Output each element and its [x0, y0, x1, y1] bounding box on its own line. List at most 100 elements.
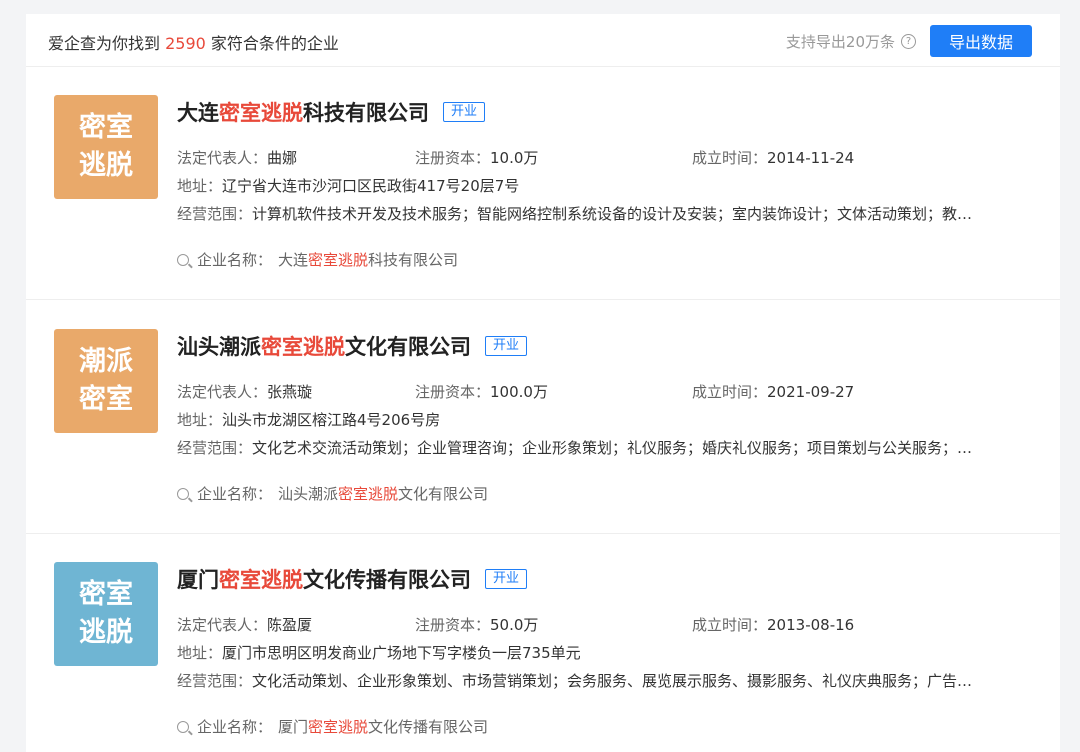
address-value: 辽宁省大连市沙河口区民政街417号20层7号 — [222, 177, 519, 195]
founded-label: 成立时间： — [692, 383, 767, 401]
address-label: 地址： — [177, 177, 222, 195]
capital-label: 注册资本： — [415, 149, 490, 167]
scope-value: 文化艺术交流活动策划；企业管理咨询；企业形象策划；礼仪服务；婚庆礼仪服务；项目策… — [252, 439, 972, 457]
matched-company-name: 企业名称： 汕头潮派密室逃脱文化有限公司 — [177, 483, 488, 504]
export-data-button[interactable]: 导出数据 — [930, 25, 1032, 57]
business-scope: 经营范围：计算机软件技术开发及技术服务；智能网络控制系统设备的设计及安装；室内装… — [177, 203, 1037, 224]
matched-name-value: 大连密室逃脱科技有限公司 — [278, 249, 458, 270]
capital-value: 100.0万 — [490, 383, 548, 401]
scope-label: 经营范围： — [177, 672, 252, 690]
summary-suffix: 家符合条件的企业 — [211, 34, 339, 53]
matched-company-name: 企业名称： 厦门密室逃脱文化传播有限公司 — [177, 716, 488, 737]
logo-line-2: 逃脱 — [79, 614, 133, 652]
company-card: 潮派 密室 汕头潮派密室逃脱文化有限公司 开业 法定代表人：张燕璇 注册资本：1… — [26, 301, 1060, 534]
founded-date: 成立时间：2013-08-16 — [692, 614, 854, 635]
help-icon[interactable]: ? — [901, 34, 916, 49]
company-name-link[interactable]: 汕头潮派密室逃脱文化有限公司 开业 — [177, 331, 527, 361]
company-name-post: 文化有限公司 — [345, 331, 471, 361]
status-badge: 开业 — [485, 569, 527, 589]
address: 地址：辽宁省大连市沙河口区民政街417号20层7号 — [177, 175, 519, 196]
matched-company-name: 企业名称： 大连密室逃脱科技有限公司 — [177, 249, 458, 270]
company-card: 密室 逃脱 厦门密室逃脱文化传播有限公司 开业 法定代表人：陈盈厦 注册资本：5… — [26, 534, 1060, 752]
company-logo[interactable]: 密室 逃脱 — [54, 95, 158, 199]
legal-rep-label: 法定代表人： — [177, 149, 267, 167]
business-scope: 经营范围：文化艺术交流活动策划；企业管理咨询；企业形象策划；礼仪服务；婚庆礼仪服… — [177, 437, 1037, 458]
registered-capital: 注册资本：50.0万 — [415, 614, 538, 635]
search-icon — [177, 721, 189, 733]
registered-capital: 注册资本：100.0万 — [415, 381, 548, 402]
company-name-link[interactable]: 大连密室逃脱科技有限公司 开业 — [177, 97, 485, 127]
address: 地址：汕头市龙湖区榕江路4号206号房 — [177, 409, 440, 430]
legal-rep: 法定代表人：陈盈厦 — [177, 614, 312, 635]
company-name-post: 科技有限公司 — [303, 97, 429, 127]
registered-capital: 注册资本：10.0万 — [415, 147, 538, 168]
logo-line-1: 密室 — [79, 576, 133, 614]
matched-name-highlight: 密室逃脱 — [308, 251, 368, 269]
logo-line-1: 密室 — [79, 109, 133, 147]
company-name-pre: 厦门 — [177, 564, 219, 594]
founded-value: 2013-08-16 — [767, 616, 854, 634]
legal-rep: 法定代表人：张燕璇 — [177, 381, 312, 402]
company-name-highlight: 密室逃脱 — [219, 97, 303, 127]
scope-label: 经营范围： — [177, 205, 252, 223]
results-topbar: 爱企查为你找到 2590 家符合条件的企业 支持导出20万条 ? 导出数据 — [26, 14, 1060, 67]
logo-line-1: 潮派 — [79, 343, 133, 381]
scope-value: 计算机软件技术开发及技术服务；智能网络控制系统设备的设计及安装；室内装饰设计；文… — [252, 205, 972, 223]
matched-name-pre: 汕头潮派 — [278, 485, 338, 503]
scope-label: 经营范围： — [177, 439, 252, 457]
export-tip: 支持导出20万条 ? — [786, 31, 916, 52]
capital-value: 10.0万 — [490, 149, 538, 167]
matched-name-post: 文化传播有限公司 — [368, 718, 488, 736]
founded-label: 成立时间： — [692, 149, 767, 167]
company-name-pre: 汕头潮派 — [177, 331, 261, 361]
status-badge: 开业 — [485, 336, 527, 356]
matched-name-pre: 大连 — [278, 251, 308, 269]
company-card: 密室 逃脱 大连密室逃脱科技有限公司 开业 法定代表人：曲娜 注册资本：10.0… — [26, 67, 1060, 300]
matched-name-pre: 厦门 — [278, 718, 308, 736]
address-value: 汕头市龙湖区榕江路4号206号房 — [222, 411, 440, 429]
logo-line-2: 逃脱 — [79, 147, 133, 185]
matched-name-post: 文化有限公司 — [398, 485, 488, 503]
result-count: 2590 — [165, 34, 206, 53]
export-tip-text: 支持导出20万条 — [786, 31, 895, 52]
scope-value: 文化活动策划、企业形象策划、市场营销策划；会务服务、展览展示服务、摄影服务、礼仪… — [252, 672, 972, 690]
matched-name-label: 企业名称： — [197, 483, 272, 504]
summary-prefix: 爱企查为你找到 — [48, 34, 160, 53]
matched-name-highlight: 密室逃脱 — [308, 718, 368, 736]
address-value: 厦门市思明区明发商业广场地下写字楼负一层735单元 — [222, 644, 581, 662]
search-icon — [177, 254, 189, 266]
founded-value: 2021-09-27 — [767, 383, 854, 401]
founded-value: 2014-11-24 — [767, 149, 854, 167]
legal-rep: 法定代表人：曲娜 — [177, 147, 297, 168]
company-name-pre: 大连 — [177, 97, 219, 127]
legal-rep-label: 法定代表人： — [177, 616, 267, 634]
capital-label: 注册资本： — [415, 383, 490, 401]
matched-name-value: 厦门密室逃脱文化传播有限公司 — [278, 716, 488, 737]
company-logo[interactable]: 密室 逃脱 — [54, 562, 158, 666]
search-icon — [177, 488, 189, 500]
legal-rep-label: 法定代表人： — [177, 383, 267, 401]
matched-name-value: 汕头潮派密室逃脱文化有限公司 — [278, 483, 488, 504]
company-name-highlight: 密室逃脱 — [261, 331, 345, 361]
founded-label: 成立时间： — [692, 616, 767, 634]
matched-name-post: 科技有限公司 — [368, 251, 458, 269]
results-panel: 爱企查为你找到 2590 家符合条件的企业 支持导出20万条 ? 导出数据 密室… — [26, 14, 1060, 752]
legal-rep-value[interactable]: 张燕璇 — [267, 383, 312, 401]
business-scope: 经营范围：文化活动策划、企业形象策划、市场营销策划；会务服务、展览展示服务、摄影… — [177, 670, 1037, 691]
matched-name-highlight: 密室逃脱 — [338, 485, 398, 503]
status-badge: 开业 — [443, 102, 485, 122]
logo-line-2: 密室 — [79, 381, 133, 419]
company-name-post: 文化传播有限公司 — [303, 564, 471, 594]
matched-name-label: 企业名称： — [197, 716, 272, 737]
founded-date: 成立时间：2014-11-24 — [692, 147, 854, 168]
legal-rep-value[interactable]: 陈盈厦 — [267, 616, 312, 634]
matched-name-label: 企业名称： — [197, 249, 272, 270]
capital-label: 注册资本： — [415, 616, 490, 634]
legal-rep-value[interactable]: 曲娜 — [267, 149, 297, 167]
capital-value: 50.0万 — [490, 616, 538, 634]
company-name-highlight: 密室逃脱 — [219, 564, 303, 594]
company-name-link[interactable]: 厦门密室逃脱文化传播有限公司 开业 — [177, 564, 527, 594]
results-summary: 爱企查为你找到 2590 家符合条件的企业 — [48, 30, 339, 54]
address-label: 地址： — [177, 411, 222, 429]
company-logo[interactable]: 潮派 密室 — [54, 329, 158, 433]
